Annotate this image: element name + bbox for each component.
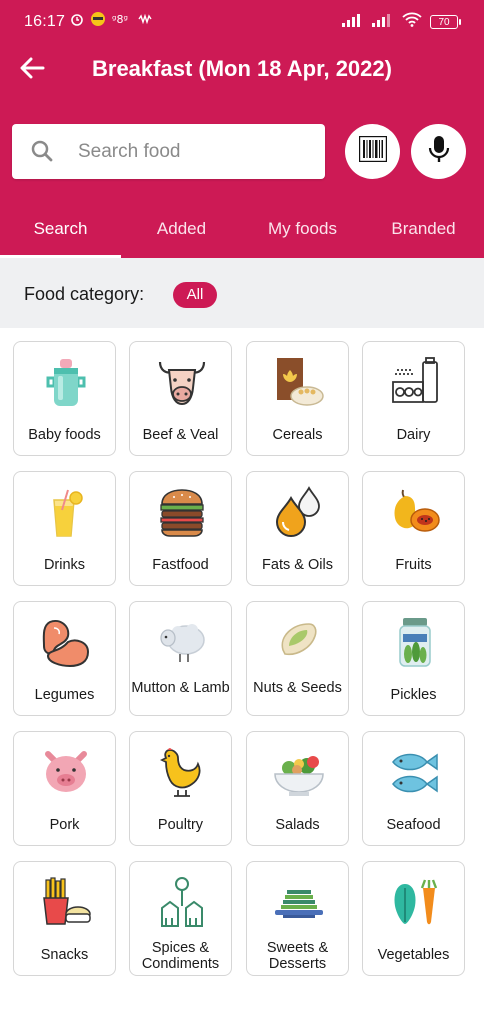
category-pork[interactable]: Pork [13,731,116,846]
fruit-icon [389,486,441,538]
category-fats-oils[interactable]: Fats & Oils [246,471,349,586]
category-poultry[interactable]: Poultry [129,731,232,846]
emoji-icon [90,11,106,32]
category-seafood[interactable]: Seafood [362,731,465,846]
barcode-scan-button[interactable] [345,124,400,179]
category-nuts-seeds[interactable]: Nuts & Seeds [246,601,349,716]
bean-icon [40,616,92,668]
chicken-icon [156,746,208,798]
category-salads[interactable]: Salads [246,731,349,846]
tab-search[interactable]: Search [0,206,121,258]
alarm-icon [70,12,84,31]
category-label: Salads [275,817,320,833]
vegetables-icon [389,876,441,928]
wifi-icon [402,12,422,32]
category-baby-foods[interactable]: Baby foods [13,341,116,456]
category-label: Vegetables [377,947,450,963]
voice-search-button[interactable] [411,124,466,179]
svg-text:ᵍ8ᵍ: ᵍ8ᵍ [112,13,128,26]
spices-icon [156,876,208,928]
tab-my-foods[interactable]: My foods [242,206,363,258]
sheep-icon [156,616,208,668]
category-label: Seafood [386,817,441,833]
cow-icon [156,356,208,408]
category-label: Snacks [40,947,89,963]
status-time: 16:17 [24,13,66,30]
burger-icon [156,486,208,538]
search-input[interactable] [76,132,320,172]
pickle-jar-icon [389,616,441,668]
signal-icon [342,13,364,32]
category-legumes[interactable]: Legumes [13,601,116,716]
pistachio-icon [273,616,325,668]
category-cereals[interactable]: Cereals [246,341,349,456]
status-notification-icons: ᵍ8ᵍ [70,11,154,32]
search-icon [30,139,54,168]
app-header: 16:17 ᵍ8ᵍ 70 Breakfast (Mon 18 Apr, 2022… [0,0,484,258]
category-grid: Baby foods Beef & Veal Cereals Dairy Dri… [0,328,484,1016]
battery-icon: 70 [430,15,461,29]
category-pickles[interactable]: Pickles [362,601,465,716]
cereal-icon [273,356,325,408]
category-sweets-desserts[interactable]: Sweets & Desserts [246,861,349,976]
oil-drop-icon [273,486,325,538]
category-mutton-lamb[interactable]: Mutton & Lamb [129,601,232,716]
category-dairy[interactable]: Dairy [362,341,465,456]
fries-icon [40,876,92,928]
category-fruits[interactable]: Fruits [362,471,465,586]
back-button[interactable] [14,52,50,88]
category-label: Legumes [34,687,95,703]
category-label: Fats & Oils [262,557,333,573]
category-beef-veal[interactable]: Beef & Veal [129,341,232,456]
category-label: Mutton & Lamb [131,680,230,696]
category-label: Pickles [390,687,437,703]
category-label: Nuts & Seeds [253,680,342,696]
status-system-icons: 70 [342,12,461,32]
category-label: Baby foods [28,427,101,443]
vibration-icon [138,12,154,31]
food-category-filter-bar: Food category: [0,258,484,328]
status-bar: 16:17 ᵍ8ᵍ 70 [0,0,484,44]
filter-label: Food category: [24,284,145,304]
barcode-icon [357,134,388,167]
category-spices-condiments[interactable]: Spices & Condiments [129,861,232,976]
category-fastfood[interactable]: Fastfood [129,471,232,586]
category-label: Pork [49,817,80,833]
nfc-icon: ᵍ8ᵍ [112,12,132,31]
category-label: Beef & Veal [142,427,219,443]
tab-branded[interactable]: Branded [363,206,484,258]
category-label: Drinks [43,557,86,573]
category-label: Spices & Condiments [141,940,220,972]
category-label: Cereals [272,427,323,443]
category-label: Fruits [395,557,432,573]
pig-icon [40,746,92,798]
drink-icon [40,486,92,538]
fish-icon [389,746,441,798]
dessert-icon [273,876,325,928]
category-snacks[interactable]: Snacks [13,861,116,976]
salad-icon [273,746,325,798]
dairy-icon [389,356,441,408]
tab-bar: Search Added My foods Branded [0,206,484,258]
tab-added[interactable]: Added [121,206,242,258]
category-label: Poultry [157,817,204,833]
page-title: Breakfast (Mon 18 Apr, 2022) [92,56,392,81]
category-chip-all[interactable]: All [173,282,217,308]
search-box[interactable] [12,124,325,179]
category-label: Dairy [396,427,431,443]
baby-bottle-icon [40,356,92,408]
category-drinks[interactable]: Drinks [13,471,116,586]
category-vegetables[interactable]: Vegetables [362,861,465,976]
microphone-icon [428,135,450,168]
back-arrow-icon [19,57,45,84]
signal-icon [372,13,394,32]
category-label: Sweets & Desserts [266,940,329,972]
category-label: Fastfood [152,557,209,573]
